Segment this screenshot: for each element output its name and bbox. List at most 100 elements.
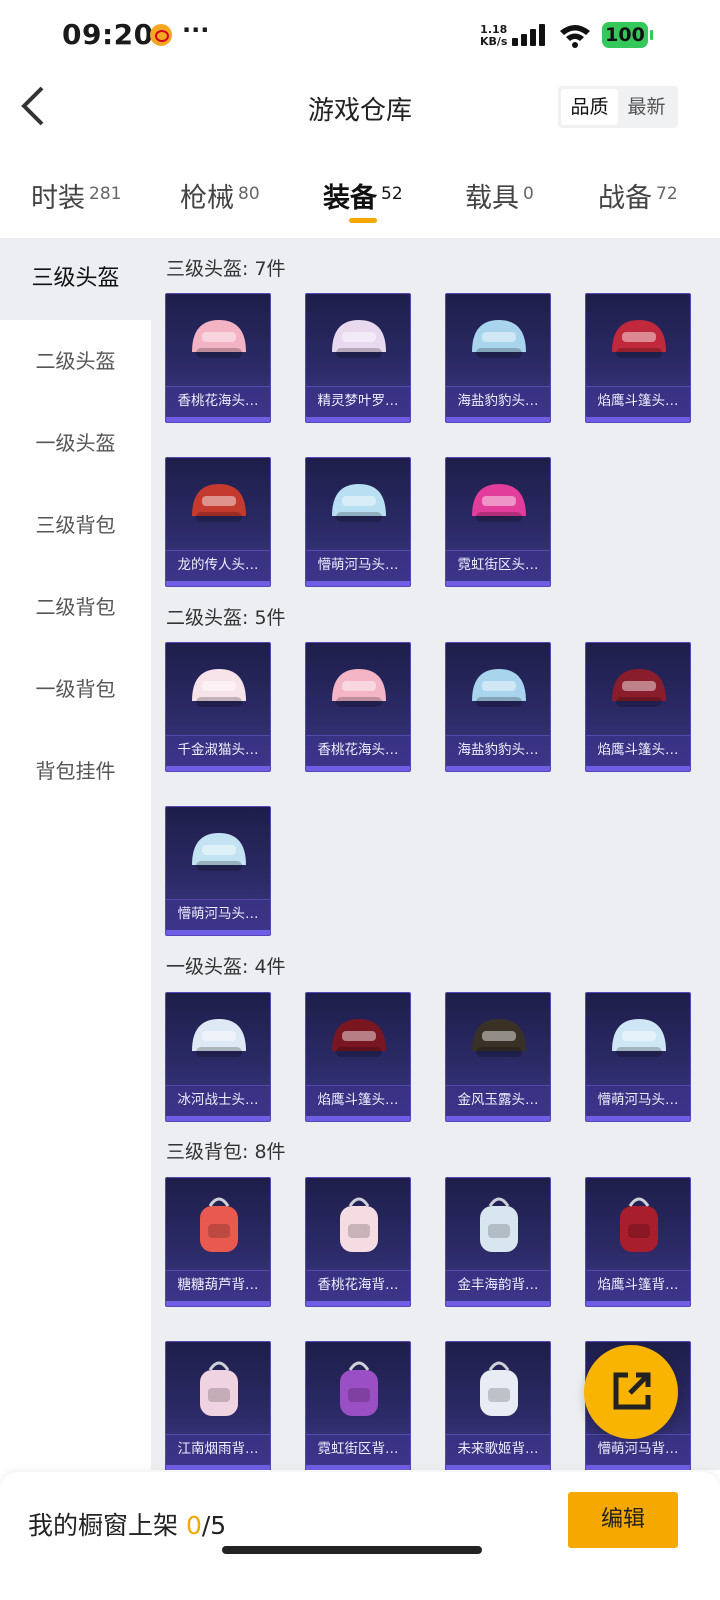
helmet-thumbnail <box>472 484 526 522</box>
item-card[interactable]: 霓虹街区头… <box>445 457 551 587</box>
sidebar-item-level1-helmet[interactable]: 一级头盔 <box>0 402 151 484</box>
item-card[interactable]: 焰鹰斗篷头… <box>305 992 411 1122</box>
active-tab-indicator <box>349 218 377 223</box>
item-grid-area: 三级头盔: 7件 二级头盔: 5件 一级头盔: 4件 三级背包: 8件 香桃花海… <box>151 238 720 1470</box>
item-name: 精灵梦叶罗… <box>306 386 410 416</box>
item-card[interactable]: 焰鹰斗篷头… <box>585 293 691 423</box>
item-card[interactable]: 霓虹街区背… <box>305 1341 411 1470</box>
helmet-thumbnail <box>332 320 386 358</box>
item-card[interactable]: 金风玉露头… <box>445 992 551 1122</box>
helmet-thumbnail <box>192 1019 246 1057</box>
item-card[interactable]: 海盐豹豹头… <box>445 293 551 423</box>
item-name: 霓虹街区头… <box>446 550 550 580</box>
backpack-thumbnail <box>200 1361 238 1416</box>
sort-toggle: 品质 最新 <box>558 86 678 128</box>
sidebar-item-level2-helmet[interactable]: 二级头盔 <box>0 320 151 402</box>
item-card[interactable]: 精灵梦叶罗… <box>305 293 411 423</box>
item-name: 海盐豹豹头… <box>446 735 550 765</box>
tab-weapons[interactable]: 枪械 80 <box>180 176 260 215</box>
network-speed: 1.18 KB/s <box>480 23 508 48</box>
item-card[interactable]: 冰河战士头… <box>165 992 271 1122</box>
backpack-thumbnail <box>620 1197 658 1252</box>
item-card[interactable]: 金丰海韵背… <box>445 1177 551 1307</box>
sidebar-item-level3-helmet[interactable]: 三级头盔 <box>0 238 151 320</box>
share-button[interactable] <box>584 1345 678 1439</box>
sidebar-item-level3-backpack[interactable]: 三级背包 <box>0 484 151 566</box>
item-name: 焰鹰斗篷头… <box>586 735 690 765</box>
item-name: 江南烟雨背… <box>166 1434 270 1464</box>
backpack-thumbnail <box>340 1361 378 1416</box>
helmet-thumbnail <box>612 320 666 358</box>
showcase-status: 我的橱窗上架 0/5 <box>28 1511 227 1540</box>
item-name: 冰河战士头… <box>166 1085 270 1115</box>
top-nav-bar: 游戏仓库 品质 最新 <box>0 72 720 152</box>
item-name: 香桃花海头… <box>306 735 410 765</box>
item-card[interactable]: 千金淑猫头… <box>165 642 271 772</box>
helmet-thumbnail <box>192 669 246 707</box>
item-name: 焰鹰斗篷头… <box>306 1085 410 1115</box>
tab-vehicles[interactable]: 载具 0 <box>465 176 534 215</box>
tab-fashion[interactable]: 时装 281 <box>31 176 121 215</box>
item-name: 海盐豹豹头… <box>446 386 550 416</box>
backpack-thumbnail <box>340 1197 378 1252</box>
item-card[interactable]: 懵萌河马头… <box>165 806 271 936</box>
helmet-thumbnail <box>192 320 246 358</box>
helmet-thumbnail <box>612 1019 666 1057</box>
helmet-thumbnail <box>472 1019 526 1057</box>
wifi-icon <box>560 25 590 48</box>
home-indicator <box>222 1546 482 1554</box>
item-name: 懵萌河马头… <box>586 1085 690 1115</box>
item-card[interactable]: 香桃花海头… <box>165 293 271 423</box>
item-name: 霓虹街区背… <box>306 1434 410 1464</box>
item-card[interactable]: 未来歌姬背… <box>445 1341 551 1470</box>
item-card[interactable]: 懵萌河马头… <box>305 457 411 587</box>
item-card[interactable]: 香桃花海背… <box>305 1177 411 1307</box>
battery-icon: 100 <box>602 22 653 48</box>
sort-by-latest-button[interactable]: 最新 <box>618 89 675 125</box>
item-name: 龙的传人头… <box>166 550 270 580</box>
sidebar-item-backpack-pendant[interactable]: 背包挂件 <box>0 730 151 812</box>
item-card[interactable]: 龙的传人头… <box>165 457 271 587</box>
showcase-bar: 我的橱窗上架 0/5 编辑 <box>0 1472 720 1600</box>
item-name: 千金淑猫头… <box>166 735 270 765</box>
helmet-thumbnail <box>612 669 666 707</box>
item-card[interactable]: 懵萌河马头… <box>585 992 691 1122</box>
helmet-thumbnail <box>472 320 526 358</box>
helmet-thumbnail <box>472 669 526 707</box>
helmet-thumbnail <box>332 484 386 522</box>
share-external-icon <box>613 1372 651 1410</box>
item-name: 香桃花海头… <box>166 386 270 416</box>
edit-button[interactable]: 编辑 <box>568 1492 678 1548</box>
section-title: 三级背包: 8件 <box>166 1141 286 1163</box>
clock: 09:20 <box>62 18 154 51</box>
more-notifications-icon: ··· <box>182 16 210 44</box>
backpack-thumbnail <box>480 1361 518 1416</box>
item-name: 金丰海韵背… <box>446 1270 550 1300</box>
item-card[interactable]: 香桃花海头… <box>305 642 411 772</box>
helmet-thumbnail <box>192 833 246 871</box>
category-tabs: 时装 281 枪械 80 装备 52 载具 0 战备 72 <box>0 162 720 238</box>
subcategory-sidebar: 三级头盔 二级头盔 一级头盔 三级背包 二级背包 一级背包 背包挂件 <box>0 238 151 1470</box>
item-name: 焰鹰斗篷背… <box>586 1270 690 1300</box>
item-name: 懵萌河马头… <box>166 899 270 929</box>
helmet-thumbnail <box>332 1019 386 1057</box>
weibo-notification-icon <box>150 24 172 46</box>
sidebar-item-level2-backpack[interactable]: 二级背包 <box>0 566 151 648</box>
item-name: 金风玉露头… <box>446 1085 550 1115</box>
helmet-thumbnail <box>192 484 246 522</box>
sort-by-quality-button[interactable]: 品质 <box>561 89 618 125</box>
item-name: 焰鹰斗篷头… <box>586 386 690 416</box>
signal-icon <box>512 24 548 46</box>
item-card[interactable]: 江南烟雨背… <box>165 1341 271 1470</box>
backpack-thumbnail <box>480 1197 518 1252</box>
status-bar: 09:20 ··· 1.18 KB/s 100 <box>0 0 720 72</box>
section-title: 三级头盔: 7件 <box>166 258 286 280</box>
item-name: 糖糖葫芦背… <box>166 1270 270 1300</box>
item-card[interactable]: 糖糖葫芦背… <box>165 1177 271 1307</box>
tab-gear[interactable]: 战备 72 <box>598 176 678 215</box>
sidebar-item-level1-backpack[interactable]: 一级背包 <box>0 648 151 730</box>
item-card[interactable]: 海盐豹豹头… <box>445 642 551 772</box>
tab-equipment[interactable]: 装备 52 <box>323 176 403 215</box>
item-card[interactable]: 焰鹰斗篷头… <box>585 642 691 772</box>
item-card[interactable]: 焰鹰斗篷背… <box>585 1177 691 1307</box>
